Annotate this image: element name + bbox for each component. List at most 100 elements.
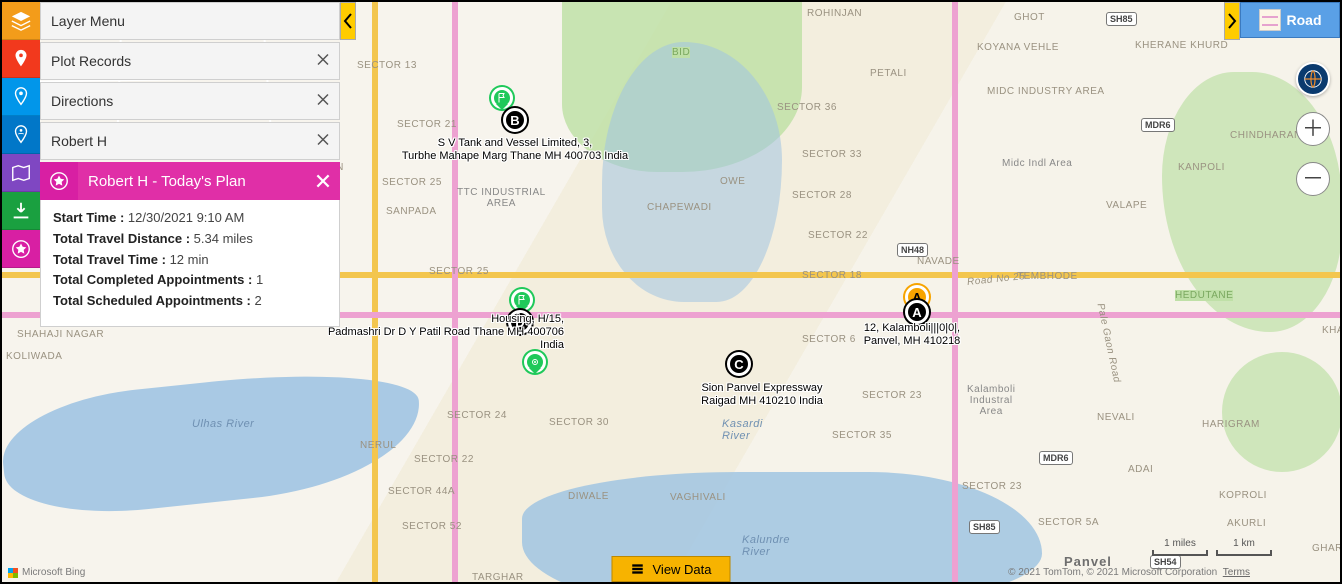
- map-town-label: KOLIWADA: [6, 351, 62, 362]
- marker-letter: C: [734, 357, 743, 372]
- bing-logo: Microsoft Bing: [8, 567, 85, 578]
- map-town-label: NAVADE: [917, 256, 960, 267]
- map-sector-label: SECTOR 22: [808, 230, 868, 241]
- map-area-label: Midc Indl Area: [1002, 158, 1072, 169]
- plan-stat-row: Total Scheduled Appointments : 2: [53, 291, 327, 312]
- plan-title: Robert H - Today's Plan: [88, 173, 246, 190]
- sidebar-item-label: Plot Records: [51, 53, 131, 69]
- map-sector-label: SECTOR 13: [357, 60, 417, 71]
- sidebar-item-directions[interactable]: Directions: [40, 82, 340, 120]
- map-attribution: © 2021 TomTom, © 2021 Microsoft Corporat…: [1008, 567, 1250, 578]
- plan-stat-row: Total Completed Appointments : 1: [53, 270, 327, 291]
- map-town-label: CHINDHARAN: [1230, 130, 1302, 141]
- map-sector-label: SECTOR 44A: [388, 486, 455, 497]
- map-sector-label: SECTOR 22: [414, 454, 474, 465]
- close-icon[interactable]: [315, 92, 331, 111]
- map-town-label: KOYANA VEHLE: [977, 42, 1059, 53]
- map-sector-label: SECTOR 28: [792, 190, 852, 201]
- zoom-out-button[interactable]: －: [1296, 162, 1330, 196]
- scale-km: 1 km: [1233, 538, 1255, 549]
- map-town-label: TEMBHODE: [1017, 271, 1078, 282]
- map-town-label: KOPROLI: [1219, 490, 1267, 501]
- map-terrain: [1222, 352, 1342, 472]
- map-sector-label: SECTOR 23: [962, 481, 1022, 492]
- plan-stat-row: Total Travel Time : 12 min: [53, 250, 327, 271]
- scale-bar: 1 miles 1 km: [1152, 538, 1272, 556]
- map-sector-label: SECTOR 24: [447, 410, 507, 421]
- view-data-button[interactable]: View Data: [611, 556, 730, 582]
- sidebar-item-layer-menu[interactable]: Layer Menu: [40, 2, 340, 40]
- plan-stat-row: Total Travel Distance : 5.34 miles: [53, 229, 327, 250]
- download-icon[interactable]: [2, 192, 40, 230]
- directions-icon[interactable]: [2, 78, 40, 116]
- sidebar-item-user[interactable]: Robert H: [40, 122, 340, 160]
- marker-caption: S V Tank and Vessel Limited, 3,Turbhe Ma…: [402, 137, 628, 163]
- map-road: [372, 2, 378, 584]
- expand-right-panel-button[interactable]: [1224, 2, 1240, 40]
- map-town-label: SHAHAJI NAGAR: [17, 329, 104, 340]
- layers-icon[interactable]: [2, 2, 40, 40]
- sidebar-item-label: Robert H: [51, 133, 107, 149]
- plan-header[interactable]: Robert H - Today's Plan: [78, 162, 340, 200]
- star-icon[interactable]: [2, 230, 40, 268]
- map-town-label: ADAI: [1128, 464, 1153, 475]
- map-town-label: SANPADA: [386, 206, 437, 217]
- map-town-label: HARIGRAM: [1202, 419, 1260, 430]
- map-town-label: GHAR: [1312, 543, 1342, 554]
- sidebar-item-label: Directions: [51, 93, 113, 109]
- territory-icon[interactable]: [2, 154, 40, 192]
- star-icon: [40, 162, 78, 200]
- microsoft-logo-icon: [8, 568, 18, 578]
- map-sector-label: SECTOR 6: [802, 334, 856, 345]
- terms-link[interactable]: Terms: [1223, 567, 1250, 578]
- map-sector-label: SECTOR 21: [397, 119, 457, 130]
- map-town-label: CHAPEWADI: [647, 202, 712, 213]
- close-icon[interactable]: [315, 132, 331, 151]
- plan-body: Start Time : 12/30/2021 9:10 AM Total Tr…: [40, 200, 340, 327]
- highway-shield: MDR6: [1141, 118, 1175, 132]
- pin-icon[interactable]: [2, 40, 40, 78]
- map-town-label: HEDUTANE: [1175, 290, 1233, 301]
- icon-rail: [2, 2, 40, 268]
- sidebar-item-plot-records[interactable]: Plot Records: [40, 42, 340, 80]
- map-town-label: TARGHAR: [472, 572, 524, 583]
- map-town-label: ROHINJAN: [807, 8, 862, 19]
- close-icon[interactable]: [315, 52, 331, 71]
- map-sector-label: SECTOR 18: [802, 270, 862, 281]
- map-town-label: PETALI: [870, 68, 907, 79]
- app-window: A A B C D 12, Kalamboli|||0|0|,Panvel, M…: [0, 0, 1342, 584]
- map-town-label: DIWALE: [568, 491, 609, 502]
- marker-caption: Housing, H/15,Padmashri Dr D Y Patil Roa…: [324, 313, 564, 353]
- scale-miles: 1 miles: [1164, 538, 1196, 549]
- map-sector-label: SECTOR 5A: [1038, 517, 1099, 528]
- waypoint-pin-icon[interactable]: [491, 87, 513, 109]
- person-pin-icon[interactable]: [2, 116, 40, 154]
- marker-a[interactable]: A: [905, 300, 929, 324]
- map-water-label: Ulhas River: [192, 418, 254, 430]
- map-area-label: Kalamboli Industral Area: [967, 384, 1015, 417]
- waypoint-pin-icon[interactable]: [511, 289, 533, 311]
- basemap-road-button[interactable]: Road: [1240, 2, 1340, 38]
- marker-caption: Sion Panvel ExpresswayRaigad MH 410210 I…: [701, 382, 823, 408]
- map-road: [952, 2, 958, 584]
- marker-c[interactable]: C: [727, 352, 751, 376]
- map-town-label: OWE: [720, 176, 745, 187]
- current-location-pin-icon[interactable]: [524, 351, 546, 373]
- map-town-label: BID: [672, 47, 690, 58]
- sidebar-item-label: Layer Menu: [51, 13, 125, 29]
- basemap-label: Road: [1287, 12, 1322, 28]
- highway-shield: MDR6: [1039, 451, 1073, 465]
- zoom-in-button[interactable]: ＋: [1296, 112, 1330, 146]
- map-town-label: NEVALI: [1097, 412, 1135, 423]
- collapse-panel-button[interactable]: [340, 2, 356, 40]
- map-town-label: VAGHIVALI: [670, 492, 726, 503]
- map-sector-label: SECTOR 36: [777, 102, 837, 113]
- globe-view-button[interactable]: [1296, 62, 1330, 96]
- marker-b[interactable]: B: [503, 108, 527, 132]
- marker-letter: A: [912, 305, 921, 320]
- close-icon[interactable]: [314, 172, 332, 190]
- plan-stat-row: Start Time : 12/30/2021 9:10 AM: [53, 208, 327, 229]
- map-town-label: NERUL: [360, 440, 396, 451]
- marker-letter: B: [510, 113, 519, 128]
- map-sector-label: SECTOR 35: [832, 430, 892, 441]
